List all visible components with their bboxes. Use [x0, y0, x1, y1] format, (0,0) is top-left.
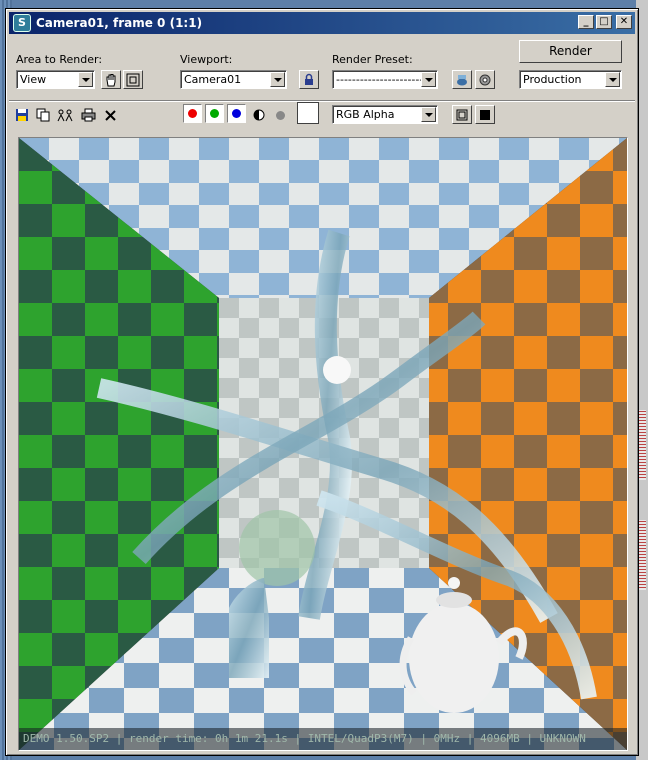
render-preset-dropdown[interactable]: ------------------------- — [332, 70, 438, 89]
teapot-icon — [457, 74, 467, 85]
title-bar[interactable]: S Camera01, frame 0 (1:1) _ □ ✕ — [9, 12, 635, 34]
background-stripe — [638, 410, 646, 480]
render-frame-window: S Camera01, frame 0 (1:1) _ □ ✕ Area to … — [5, 8, 639, 756]
blue-channel-toggle[interactable] — [227, 104, 246, 123]
print-image-button[interactable] — [79, 106, 97, 124]
chevron-down-icon — [78, 72, 93, 87]
render-button[interactable]: Render — [519, 40, 622, 63]
render-scene-image — [19, 138, 627, 750]
viewport-dropdown[interactable]: Camera01 — [180, 70, 287, 89]
display-toggle-button-1[interactable] — [452, 105, 472, 124]
maximize-button[interactable]: □ — [596, 15, 612, 29]
chevron-down-icon — [270, 72, 285, 87]
rendered-image: DEMO 1.50.SP2 | render time: 0h 1m 21.1s… — [18, 137, 628, 751]
toolbar-divider — [9, 100, 635, 102]
alpha-icon — [253, 109, 265, 121]
viewport-label: Viewport: — [180, 53, 233, 66]
auto-region-button[interactable] — [123, 70, 143, 89]
copy-image-button[interactable] — [34, 106, 52, 124]
hand-icon — [106, 73, 116, 86]
mono-icon — [275, 110, 285, 120]
print-icon — [81, 108, 95, 122]
red-channel-toggle[interactable] — [183, 104, 202, 123]
app-logo-icon: S — [13, 14, 31, 32]
area-to-render-label: Area to Render: — [16, 53, 103, 66]
blue-channel-icon — [232, 109, 241, 118]
save-image-button[interactable] — [13, 106, 31, 124]
area-to-render-value: View — [20, 73, 47, 86]
red-channel-icon — [188, 109, 197, 118]
production-dropdown[interactable]: Production — [519, 70, 622, 89]
color-swatch[interactable] — [297, 102, 319, 124]
render-status-bar: DEMO 1.50.SP2 | render time: 0h 1m 21.1s… — [19, 728, 627, 750]
channel-display-dropdown[interactable]: RGB Alpha — [332, 105, 438, 124]
lock-viewport-button[interactable] — [299, 70, 319, 89]
chevron-down-icon — [421, 72, 436, 87]
area-to-render-dropdown[interactable]: View — [16, 70, 95, 89]
window-frame-icon — [456, 109, 468, 120]
clone-window-button[interactable] — [56, 106, 74, 124]
viewport-value: Camera01 — [184, 73, 242, 86]
alpha-channel-toggle[interactable] — [250, 106, 268, 124]
title-bar-buttons: _ □ ✕ — [578, 15, 632, 29]
region-select-icon — [126, 73, 140, 86]
black-frame-icon — [480, 109, 490, 120]
chevron-down-icon — [421, 107, 436, 122]
monochrome-toggle[interactable] — [271, 106, 289, 124]
copy-icon — [36, 108, 50, 122]
clear-button[interactable] — [101, 106, 119, 124]
save-icon — [16, 109, 28, 121]
region-hand-button[interactable] — [101, 70, 121, 89]
render-preset-label: Render Preset: — [332, 53, 413, 66]
close-button[interactable]: ✕ — [616, 15, 632, 29]
production-value: Production — [523, 73, 582, 86]
chevron-down-icon — [605, 72, 620, 87]
clear-icon — [104, 109, 116, 121]
render-setup-button[interactable] — [452, 70, 472, 89]
channel-display-value: RGB Alpha — [336, 108, 395, 121]
lock-icon — [305, 73, 313, 85]
background-stripe — [638, 520, 646, 590]
window-title: Camera01, frame 0 (1:1) — [36, 16, 203, 30]
green-channel-icon — [210, 109, 219, 118]
display-toggle-button-2[interactable] — [475, 105, 495, 124]
clone-icon — [57, 109, 73, 122]
gear-icon — [479, 74, 491, 85]
environment-button[interactable] — [475, 70, 495, 89]
minimize-button[interactable]: _ — [578, 15, 594, 29]
green-channel-toggle[interactable] — [205, 104, 224, 123]
